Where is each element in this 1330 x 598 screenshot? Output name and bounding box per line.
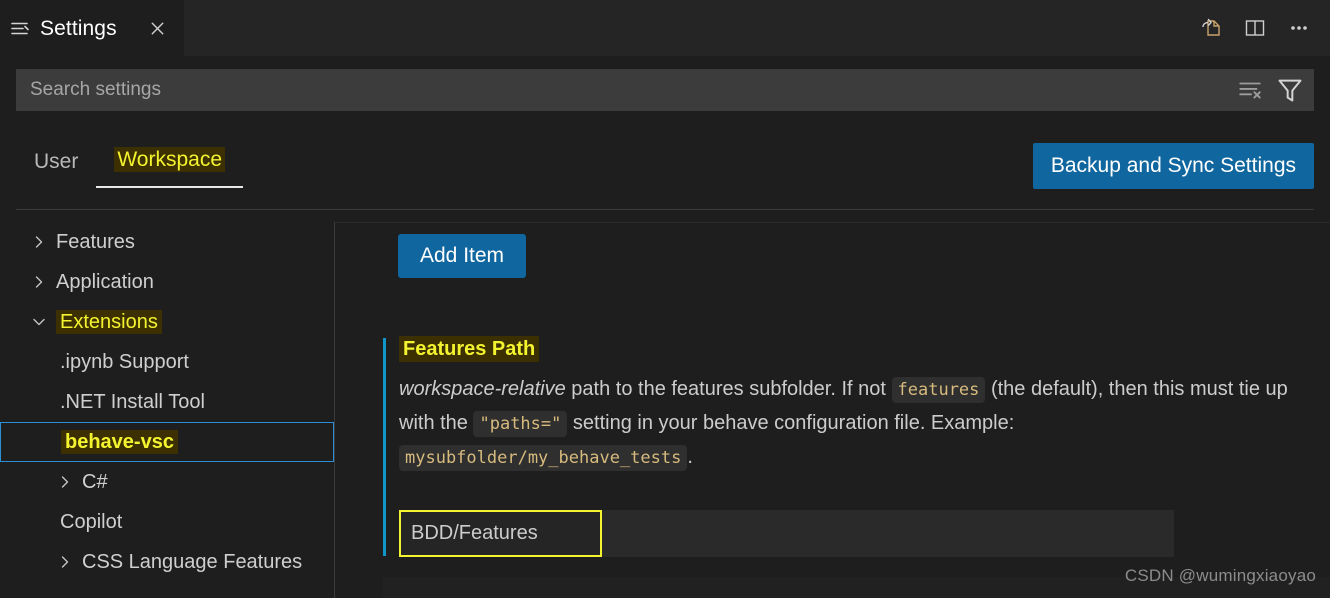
modified-setting-indicator: [383, 338, 386, 556]
tree-item-ipynb-support[interactable]: .ipynb Support: [0, 342, 334, 382]
clear-search-icon[interactable]: [1236, 76, 1264, 104]
tree-item-dotnet-install-tool[interactable]: .NET Install Tool: [0, 382, 334, 422]
settings-scope-tabs: User Workspace: [16, 142, 243, 188]
search-input-actions: [1236, 69, 1304, 111]
tree-item-label: C#: [82, 470, 108, 493]
tab-workspace[interactable]: Workspace: [96, 142, 243, 188]
setting-input-row: BDD/Features: [399, 510, 1174, 557]
chevron-right-icon[interactable]: [54, 474, 76, 490]
tree-item-copilot[interactable]: Copilot: [0, 502, 334, 542]
search-placeholder: Search settings: [30, 79, 161, 100]
tree-item-label: .NET Install Tool: [60, 390, 205, 413]
tree-item-application[interactable]: Application: [0, 262, 334, 302]
tab-workspace-label: Workspace: [114, 147, 225, 172]
filter-icon[interactable]: [1276, 76, 1304, 104]
more-actions-icon[interactable]: [1286, 15, 1312, 41]
split-editor-icon[interactable]: [1242, 15, 1268, 41]
setting-features-path: Features Path workspace-relative path to…: [383, 336, 1313, 557]
tree-item-css-language-features[interactable]: CSS Language Features: [0, 542, 334, 582]
scope-tabs-divider: [16, 209, 1314, 210]
tree-item-extensions[interactable]: Extensions: [0, 302, 334, 342]
tree-item-behave-vsc[interactable]: behave-vsc: [0, 422, 334, 462]
chevron-right-icon[interactable]: [28, 274, 50, 290]
tab-user-label: User: [34, 150, 79, 173]
setting-description-text: path to the features subfolder. If not: [565, 378, 892, 400]
backup-and-sync-settings-button[interactable]: Backup and Sync Settings: [1032, 143, 1314, 189]
tree-item-label: Application: [56, 270, 154, 293]
settings-tree[interactable]: Features Application Extensions .ipynb S…: [0, 222, 334, 598]
setting-title-label: Features Path: [399, 336, 540, 362]
tree-item-label: .ipynb Support: [60, 350, 189, 373]
setting-description-code-paths: "paths=": [473, 411, 568, 437]
tree-item-features[interactable]: Features: [0, 222, 334, 262]
tree-item-csharp[interactable]: C#: [0, 462, 334, 502]
tab-title: Settings: [40, 16, 117, 40]
setting-description-text: setting in your behave configuration fil…: [567, 412, 1015, 434]
setting-description-emphasis: workspace-relative: [399, 378, 566, 400]
watermark: CSDN @wumingxiaoyao: [1124, 566, 1316, 585]
setting-title: Features Path: [399, 336, 540, 362]
settings-search-row: Search settings: [0, 56, 1330, 124]
tree-item-label: Features: [56, 230, 135, 253]
settings-list-icon: [10, 19, 30, 39]
tab-settings[interactable]: Settings: [0, 0, 184, 56]
tab-user[interactable]: User: [16, 144, 96, 188]
chevron-right-icon[interactable]: [28, 234, 50, 250]
setting-description-code-features: features: [891, 377, 986, 403]
close-icon[interactable]: [144, 16, 170, 42]
search-input[interactable]: Search settings: [16, 69, 1314, 111]
content-top-divider: [335, 222, 1330, 223]
tree-item-label: Extensions: [56, 309, 162, 334]
editor-actions: [1198, 0, 1330, 56]
tree-item-label: Copilot: [60, 510, 123, 533]
settings-content: Add Item Features Path workspace-relativ…: [335, 222, 1330, 598]
editor-tab-bar: Settings: [0, 0, 1330, 56]
features-path-input[interactable]: BDD/Features: [399, 510, 602, 557]
open-settings-json-icon[interactable]: [1198, 15, 1224, 41]
setting-description: workspace-relative path to the features …: [399, 373, 1289, 475]
tree-item-label: CSS Language Features: [82, 550, 303, 573]
chevron-down-icon[interactable]: [28, 314, 50, 330]
setting-description-text: .: [687, 446, 693, 468]
add-item-button[interactable]: Add Item: [398, 234, 527, 278]
tab-bar-empty-space: [184, 0, 1198, 56]
tree-item-label: behave-vsc: [61, 429, 178, 454]
chevron-right-icon[interactable]: [54, 554, 76, 570]
setting-description-code-example: mysubfolder/my_behave_tests: [399, 445, 688, 471]
